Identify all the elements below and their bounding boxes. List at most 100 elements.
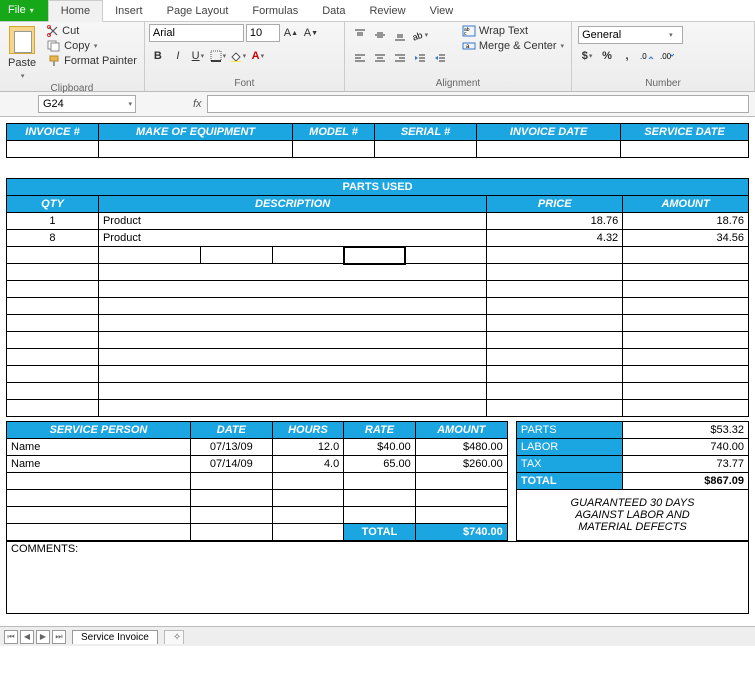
align-left-button[interactable] [351,49,369,67]
cell[interactable]: 12.0 [272,439,344,456]
cell[interactable] [623,247,749,264]
cell[interactable] [98,141,292,158]
tab-file[interactable]: File▾ [0,0,48,21]
bold-button[interactable]: B [149,47,167,65]
comma-button[interactable]: , [618,47,636,65]
cell[interactable]: 07/14/09 [190,456,272,473]
wrap-text-button[interactable]: abcWrap Text [459,24,567,38]
ribbon-tab-strip: File▾ Home Insert Page Layout Formulas D… [0,0,755,22]
cell[interactable] [477,141,621,158]
tab-formulas[interactable]: Formulas [240,1,310,21]
sheet-nav-first[interactable]: ⏮ [4,630,18,644]
cell[interactable]: $40.00 [344,439,416,456]
number-format-combo[interactable] [578,26,683,44]
svg-text:ab: ab [412,30,424,41]
align-right-button[interactable] [391,49,409,67]
cell[interactable]: 1 [7,213,99,230]
cell[interactable]: 4.0 [272,456,344,473]
cell[interactable] [7,247,99,264]
tab-review[interactable]: Review [357,1,417,21]
col-invoice-no: INVOICE # [7,124,99,141]
cell[interactable] [621,141,749,158]
cell[interactable] [7,141,99,158]
border-button[interactable]: ▾ [209,47,227,65]
chevron-down-icon: ▾ [94,42,98,50]
cell[interactable] [98,247,200,264]
increase-decimal-button[interactable]: .0 [638,47,656,65]
orientation-button[interactable]: ab▾ [411,26,429,44]
worksheet[interactable]: INVOICE # MAKE OF EQUIPMENT MODEL # SERI… [0,123,755,614]
italic-button[interactable]: I [169,47,187,65]
formula-input[interactable] [207,95,749,113]
cell[interactable]: 07/13/09 [190,439,272,456]
cell[interactable]: 4.32 [487,230,623,247]
percent-button[interactable]: % [598,47,616,65]
sheet-nav-next[interactable]: ▶ [36,630,50,644]
summary-labor-label: LABOR [516,439,622,456]
copy-button[interactable]: Copy▾ [44,39,140,53]
cell[interactable]: Product [98,213,486,230]
sheet-nav-last[interactable]: ⏭ [52,630,66,644]
fx-icon[interactable]: fx [190,98,205,110]
decrease-decimal-button[interactable]: .00 [658,47,676,65]
comments-cell[interactable]: COMMENTS: [7,542,749,614]
cell[interactable]: 8 [7,230,99,247]
col-qty: QTY [7,196,99,213]
col-description: DESCRIPTION [98,196,486,213]
name-box[interactable]: G24▾ [38,95,136,113]
summary-labor-value: 740.00 [623,439,749,456]
tab-page-layout[interactable]: Page Layout [155,1,241,21]
format-painter-button[interactable]: Format Painter [44,54,140,68]
tab-view[interactable]: View [418,1,466,21]
underline-button[interactable]: U▾ [189,47,207,65]
cell[interactable]: Name [7,439,191,456]
cell[interactable]: Name [7,456,191,473]
align-top-button[interactable] [351,26,369,44]
font-color-button[interactable]: A▾ [249,47,267,65]
chevron-down-icon: ▾ [30,6,34,15]
group-font: A▲ A▼ B I U▾ ▾ ▾ A▾ Font [145,22,345,91]
font-size-combo[interactable] [246,24,280,42]
active-cell[interactable] [344,247,405,264]
sheet-nav-prev[interactable]: ◀ [20,630,34,644]
cell[interactable] [405,247,487,264]
cell[interactable]: $480.00 [415,439,507,456]
summary-parts-value: $53.32 [623,422,749,439]
cell[interactable]: 65.00 [344,456,416,473]
merge-center-button[interactable]: aMerge & Center▾ [459,39,567,53]
tab-home[interactable]: Home [48,0,103,22]
fill-color-button[interactable]: ▾ [229,47,247,65]
accounting-format-button[interactable]: $▾ [578,47,596,65]
align-middle-button[interactable] [371,26,389,44]
cell[interactable] [201,247,273,264]
font-name-combo[interactable] [149,24,244,42]
cell[interactable]: Product [98,230,486,247]
new-sheet-button[interactable]: ✧ [164,630,184,644]
align-bottom-button[interactable] [391,26,409,44]
cell[interactable] [487,247,623,264]
grow-font-button[interactable]: A▲ [282,24,300,42]
tab-data[interactable]: Data [310,1,357,21]
cell[interactable]: 18.76 [623,213,749,230]
decrease-indent-button[interactable] [411,49,429,67]
sheet-tab-service-invoice[interactable]: Service Invoice [72,630,158,644]
cell[interactable] [374,141,476,158]
col-price: PRICE [487,196,623,213]
group-label: Font [149,77,340,91]
parts-used-title: PARTS USED [7,179,749,196]
cell[interactable]: 34.56 [623,230,749,247]
shrink-font-button[interactable]: A▼ [302,24,320,42]
col-rate: RATE [344,422,416,439]
cell[interactable]: 18.76 [487,213,623,230]
tab-insert[interactable]: Insert [103,1,155,21]
cell[interactable] [293,141,375,158]
service-summary-table: SERVICE PERSON DATE HOURS RATE AMOUNT PA… [6,421,749,541]
paste-button[interactable]: Paste ▾ [4,24,40,82]
invoice-header-table: INVOICE # MAKE OF EQUIPMENT MODEL # SERI… [6,123,749,158]
cell[interactable] [272,247,344,264]
align-center-button[interactable] [371,49,389,67]
cell[interactable]: $260.00 [415,456,507,473]
group-clipboard: Paste ▾ Cut Copy▾ Format Painter Clipboa… [0,22,145,91]
cut-button[interactable]: Cut [44,24,140,38]
increase-indent-button[interactable] [431,49,449,67]
